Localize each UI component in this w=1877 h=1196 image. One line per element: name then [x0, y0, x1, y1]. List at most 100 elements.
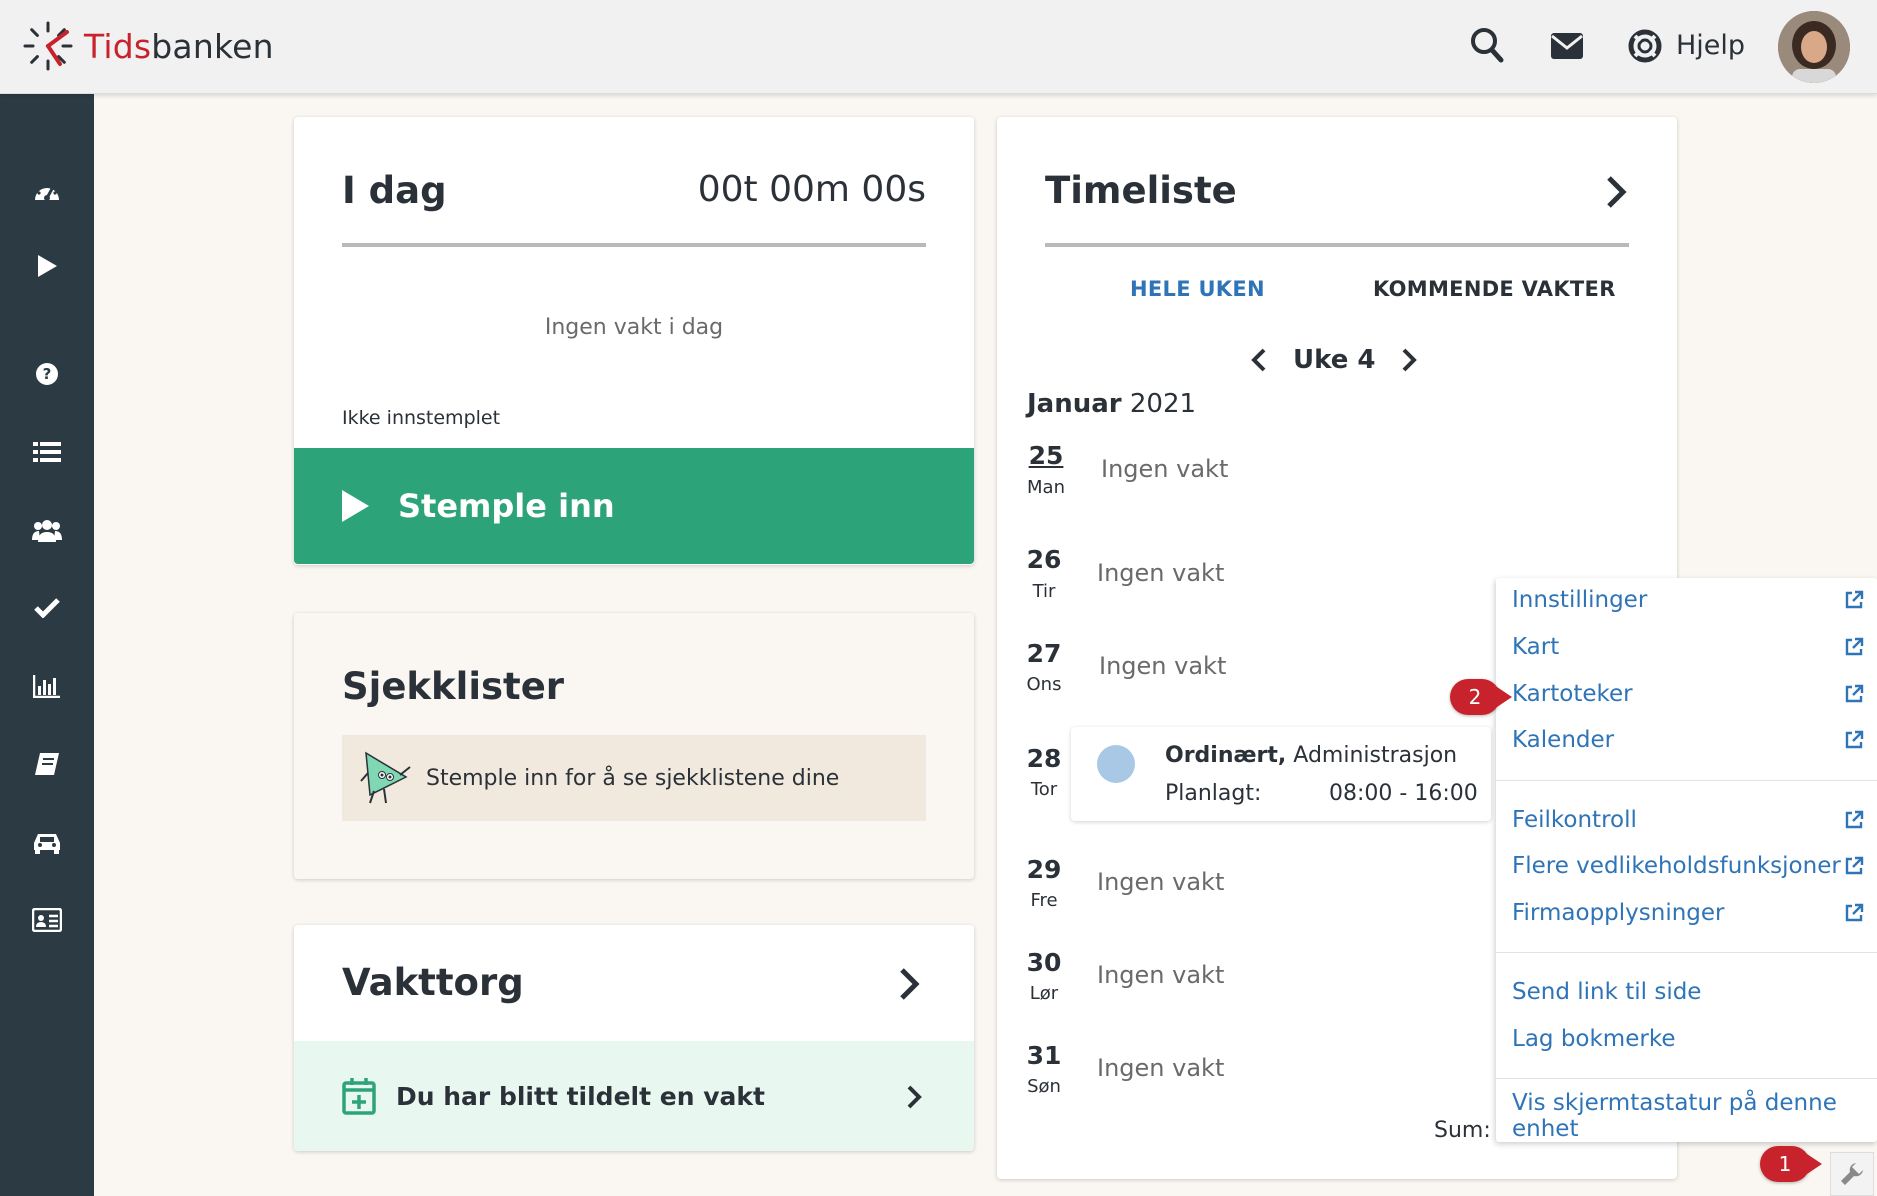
list-icon[interactable] — [29, 434, 65, 470]
checklists-message: Stemple inn for å se sjekklistene dine — [426, 765, 840, 791]
calendar-plus-icon — [342, 1078, 376, 1115]
step-badge-1: 1 — [1760, 1146, 1822, 1182]
search-icon[interactable] — [1470, 26, 1504, 68]
check-icon[interactable] — [29, 590, 65, 626]
day-number[interactable]: 31 — [1019, 1041, 1069, 1070]
menu-item-label: Vis skjermtastatur på denne enhet — [1512, 1090, 1837, 1142]
menu-item-calendar[interactable]: Kalender — [1512, 722, 1864, 758]
menu-item-label: Lag bokmerke — [1512, 1026, 1676, 1052]
menu-item-error-check[interactable]: Feilkontroll — [1512, 802, 1864, 838]
menu-item-registers[interactable]: Kartoteker — [1512, 676, 1864, 712]
month-name: Januar — [1027, 389, 1122, 419]
shift-title: Ordinært, Administrasjon — [1165, 743, 1457, 768]
menu-item-maintenance[interactable]: Flere vedlikeholdsfunksjoner — [1512, 848, 1864, 884]
day-status: Ingen vakt — [1097, 1054, 1225, 1082]
chevron-right-icon[interactable] — [898, 967, 920, 1005]
avatar[interactable] — [1778, 11, 1850, 83]
chevron-right-icon[interactable] — [1605, 175, 1627, 213]
checklists-card: Sjekklister Stemple inn for å se sjekkli… — [294, 613, 974, 879]
year: 2021 — [1129, 389, 1197, 419]
day-number[interactable]: 29 — [1019, 855, 1069, 884]
shift-department: Administrasjon — [1293, 743, 1458, 768]
menu-separator — [1496, 952, 1877, 953]
chevron-right-icon[interactable] — [1401, 348, 1418, 372]
menu-item-label: Innstillinger — [1512, 587, 1648, 613]
clock-status: Ikke innstemplet — [342, 407, 501, 429]
envelope-icon[interactable] — [1550, 32, 1584, 64]
menu-item-label: Kartoteker — [1512, 681, 1633, 707]
day-name: Lør — [1029, 983, 1059, 1004]
day-name: Fre — [1030, 890, 1058, 911]
tab-upcoming-shifts[interactable]: KOMMENDE VAKTER — [1373, 277, 1616, 301]
day-status: Ingen vakt — [1097, 868, 1225, 896]
menu-item-company-info[interactable]: Firmaopplysninger — [1512, 895, 1864, 931]
today-card: I dag 00t 00m 00s Ingen vakt i dag Ikke … — [294, 117, 974, 565]
step-badge-2: 2 — [1450, 679, 1512, 715]
day-status: Ingen vakt — [1097, 559, 1225, 587]
week-label: Uke 4 — [1293, 345, 1376, 375]
external-link-icon — [1845, 810, 1864, 829]
menu-separator — [1496, 1078, 1877, 1079]
today-title: I dag — [342, 169, 447, 212]
users-icon[interactable] — [29, 512, 65, 548]
checklists-message-box: Stemple inn for å se sjekklistene dine — [342, 735, 926, 821]
menu-item-label: Kart — [1512, 634, 1560, 660]
svg-text:?: ? — [43, 365, 52, 383]
menu-item-settings[interactable]: Innstillinger — [1512, 582, 1864, 618]
step-badge-label: 1 — [1778, 1152, 1792, 1176]
shift-plan-label: Planlagt: — [1165, 781, 1262, 806]
day-number[interactable]: 30 — [1019, 948, 1069, 977]
book-icon[interactable] — [29, 746, 65, 782]
tab-whole-week[interactable]: HELE UKEN — [1130, 277, 1265, 301]
timesheet-title[interactable]: Timeliste — [1045, 169, 1237, 212]
day-status: Ingen vakt — [1097, 961, 1225, 989]
menu-item-bookmark[interactable]: Lag bokmerke — [1512, 1021, 1864, 1057]
step-badge-label: 2 — [1468, 685, 1482, 709]
assigned-shift-banner[interactable]: Du har blitt tildelt en vakt — [294, 1041, 974, 1151]
checklists-title: Sjekklister — [342, 665, 565, 708]
menu-item-label: Feilkontroll — [1512, 807, 1637, 833]
badge-pointer — [1494, 685, 1512, 709]
lifebuoy-icon[interactable] — [1628, 29, 1662, 67]
shift-plan-time: 08:00 - 16:00 — [1329, 781, 1478, 806]
tools-button[interactable] — [1830, 1152, 1874, 1196]
question-icon[interactable]: ? — [29, 356, 65, 392]
menu-item-label: Flere vedlikeholdsfunksjoner — [1512, 853, 1841, 879]
clock-in-button[interactable]: Stemple inn — [294, 448, 974, 564]
play-icon[interactable] — [29, 248, 65, 284]
menu-item-map[interactable]: Kart — [1512, 629, 1864, 665]
day-number[interactable]: 25 — [1021, 441, 1071, 470]
id-card-icon[interactable] — [29, 902, 65, 938]
chevron-left-icon[interactable] — [1251, 348, 1267, 372]
user-avatar-icon — [1778, 11, 1850, 83]
day-name: Man — [1027, 477, 1065, 498]
dashboard-icon[interactable] — [29, 172, 65, 208]
shift-card[interactable]: Ordinært, Administrasjon Planlagt: 08:00… — [1071, 727, 1491, 821]
brand-part-banken: banken — [151, 26, 274, 66]
menu-item-label: Send link til side — [1512, 979, 1702, 1005]
today-divider — [342, 243, 926, 247]
month-label: Januar 2021 — [1027, 389, 1196, 419]
external-link-icon — [1845, 637, 1864, 656]
menu-item-send-link[interactable]: Send link til side — [1512, 974, 1864, 1010]
shift-market-title[interactable]: Vakttorg — [342, 961, 524, 1004]
external-link-icon — [1845, 684, 1864, 703]
brand-name: Tidsbanken — [84, 27, 274, 66]
bar-chart-icon[interactable] — [29, 668, 65, 704]
day-name: Tir — [1032, 581, 1056, 602]
day-number[interactable]: 27 — [1019, 639, 1069, 668]
day-number[interactable]: 28 — [1019, 744, 1069, 773]
shift-market-card: Vakttorg Du har blitt tildelt en vakt — [294, 925, 974, 1151]
play-icon — [342, 490, 369, 522]
menu-item-label: Kalender — [1512, 727, 1615, 753]
menu-item-onscreen-keyboard[interactable]: Vis skjermtastatur på denne enhet — [1512, 1090, 1864, 1142]
logo[interactable]: Tidsbanken — [22, 20, 274, 72]
help-link[interactable]: Hjelp — [1676, 30, 1745, 61]
day-number[interactable]: 26 — [1019, 545, 1069, 574]
menu-item-label: Firmaopplysninger — [1512, 900, 1725, 926]
no-shift-today: Ingen vakt i dag — [544, 315, 724, 340]
day-name: Ons — [1026, 674, 1062, 695]
menu-separator — [1496, 780, 1877, 781]
day-status: Ingen vakt — [1101, 455, 1229, 483]
car-icon[interactable] — [29, 824, 65, 860]
